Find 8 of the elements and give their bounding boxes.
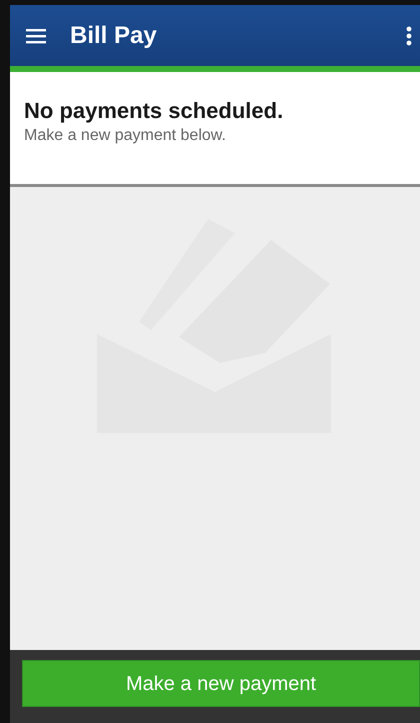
empty-message: Make a new payment below.: [24, 126, 227, 146]
menu-icon: [26, 28, 46, 44]
make-payment-button[interactable]: Make a new payment: [22, 660, 420, 707]
app-title: Bill Pay: [70, 20, 157, 50]
menu-button[interactable]: [26, 28, 46, 44]
empty-heading: No payments scheduled.: [24, 98, 284, 124]
more-options-icon: [406, 26, 412, 46]
more-options-button[interactable]: [406, 26, 412, 46]
